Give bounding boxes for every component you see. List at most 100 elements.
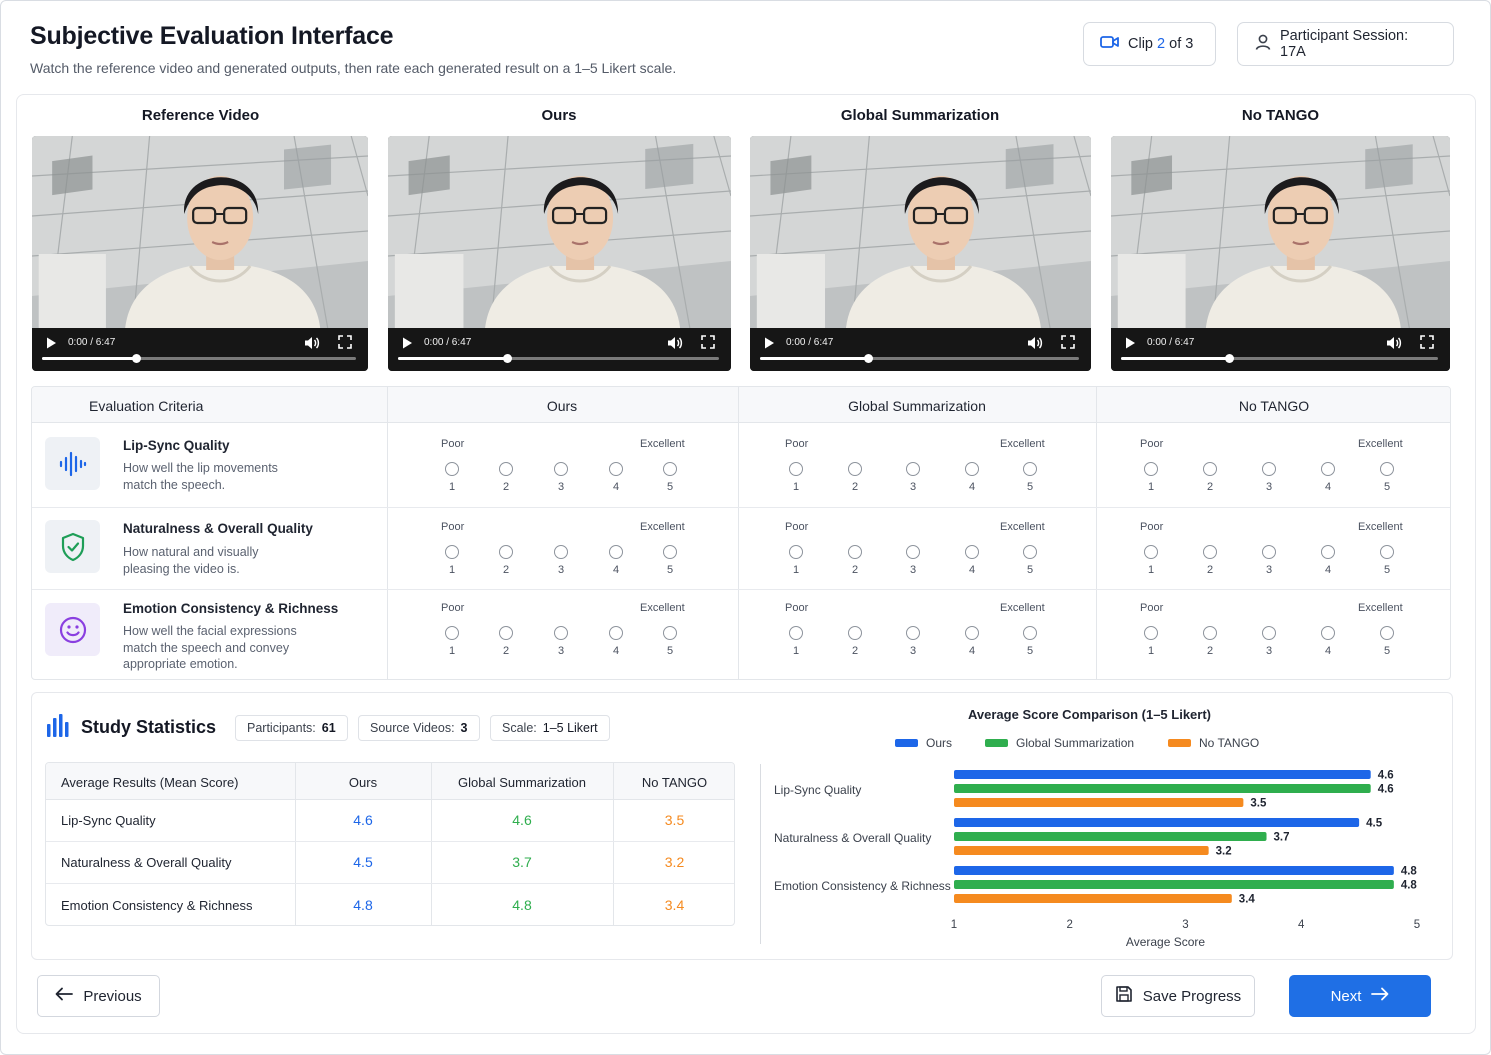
video-seek-bar[interactable]: [398, 354, 719, 363]
seek-handle[interactable]: [864, 354, 874, 363]
rating-radio-lipsync-notango-3[interactable]: [1262, 462, 1276, 476]
video-seek-bar[interactable]: [760, 354, 1079, 363]
rating-radio-lipsync-ours-4[interactable]: [609, 462, 623, 476]
rating-radio-naturalness-global-4[interactable]: [965, 545, 979, 559]
rating-radio-emotion-notango-3[interactable]: [1262, 626, 1276, 640]
rating-radio-naturalness-global-3[interactable]: [906, 545, 920, 559]
video-player-notango[interactable]: 0:00 / 6:47: [1111, 136, 1450, 371]
rating-radio-emotion-global-1[interactable]: [789, 626, 803, 640]
results-header-label: Average Results (Mean Score): [61, 775, 239, 790]
seek-handle[interactable]: [1224, 354, 1234, 363]
rating-radio-emotion-global-3[interactable]: [906, 626, 920, 640]
play-icon[interactable]: [44, 336, 58, 350]
rating-radio-lipsync-notango-5[interactable]: [1380, 462, 1394, 476]
clip-indicator[interactable]: Clip 2 of 3: [1083, 22, 1216, 66]
volume-icon[interactable]: [1027, 335, 1043, 351]
rating-radio-naturalness-notango-3[interactable]: [1262, 545, 1276, 559]
rating-radio-emotion-ours-5[interactable]: [663, 626, 677, 640]
rating-radio-lipsync-ours-2[interactable]: [499, 462, 513, 476]
rating-radio-naturalness-ours-3[interactable]: [554, 545, 568, 559]
rating-radio-lipsync-ours-5[interactable]: [663, 462, 677, 476]
chart-data-label: 3.4: [1239, 894, 1256, 906]
rating-radio-lipsync-ours-3[interactable]: [554, 462, 568, 476]
rating-radio-emotion-ours-1[interactable]: [445, 626, 459, 640]
rating-radio-lipsync-global-3[interactable]: [906, 462, 920, 476]
play-icon[interactable]: [1123, 336, 1137, 350]
rating-radio-lipsync-global-5[interactable]: [1023, 462, 1037, 476]
rating-radio-lipsync-notango-1[interactable]: [1144, 462, 1158, 476]
rating-radio-naturalness-global-5[interactable]: [1023, 545, 1037, 559]
rating-radio-naturalness-notango-1[interactable]: [1144, 545, 1158, 559]
rating-radio-lipsync-global-2[interactable]: [848, 462, 862, 476]
volume-icon[interactable]: [667, 335, 683, 351]
video-frame: [32, 136, 368, 328]
next-button[interactable]: Next: [1289, 975, 1431, 1017]
rating-radio-emotion-ours-4[interactable]: [609, 626, 623, 640]
rating-radio-emotion-notango-4[interactable]: [1321, 626, 1335, 640]
video-title-reference: Reference Video: [141, 107, 260, 124]
rating-radio-emotion-ours-2[interactable]: [499, 626, 513, 640]
rating-radio-naturalness-notango-5[interactable]: [1380, 545, 1394, 559]
previous-button[interactable]: Previous: [37, 975, 160, 1017]
rating-radio-emotion-global-4[interactable]: [965, 626, 979, 640]
legend-ours: Ours: [895, 736, 952, 750]
fullscreen-icon[interactable]: [1420, 335, 1434, 349]
rating-radio-emotion-notango-2[interactable]: [1203, 626, 1217, 640]
rating-radio-naturalness-ours-4[interactable]: [609, 545, 623, 559]
rating-radio-naturalness-notango-2[interactable]: [1203, 545, 1217, 559]
fullscreen-icon[interactable]: [338, 335, 352, 349]
video-player-global[interactable]: 0:00 / 6:47: [750, 136, 1091, 371]
rating-number: 2: [1206, 481, 1214, 493]
rating-radio-naturalness-ours-1[interactable]: [445, 545, 459, 559]
rating-radio-naturalness-global-2[interactable]: [848, 545, 862, 559]
volume-icon[interactable]: [1386, 335, 1402, 351]
rating-radio-naturalness-global-1[interactable]: [789, 545, 803, 559]
video-seek-bar[interactable]: [1121, 354, 1438, 363]
save-progress-button[interactable]: Save Progress: [1101, 975, 1255, 1017]
poor-label: Poor: [1140, 521, 1164, 533]
results-row-label: Naturalness & Overall Quality: [61, 855, 232, 870]
video-seek-bar[interactable]: [42, 354, 356, 363]
chart-data-label: 3.7: [1274, 832, 1290, 844]
fullscreen-icon[interactable]: [701, 335, 715, 349]
rating-radio-emotion-global-2[interactable]: [848, 626, 862, 640]
shield-check-icon: [45, 520, 100, 573]
rating-radio-emotion-ours-3[interactable]: [554, 626, 568, 640]
rating-radio-emotion-notango-5[interactable]: [1380, 626, 1394, 640]
rating-radio-lipsync-notango-2[interactable]: [1203, 462, 1217, 476]
rating-radio-naturalness-ours-5[interactable]: [663, 545, 677, 559]
play-icon[interactable]: [762, 336, 776, 350]
results-value-global: 4.6: [512, 812, 532, 828]
rating-radio-naturalness-ours-2[interactable]: [499, 545, 513, 559]
video-player-ours[interactable]: 0:00 / 6:47: [388, 136, 731, 371]
results-value-ours: 4.5: [353, 854, 373, 870]
video-time: 0:00 / 6:47: [68, 337, 116, 348]
video-title-ours: Ours: [541, 107, 577, 124]
play-icon[interactable]: [400, 336, 414, 350]
chart-tick-label: 3: [1182, 919, 1188, 931]
rating-number: 3: [1265, 645, 1273, 657]
seek-handle[interactable]: [503, 354, 513, 363]
seek-handle[interactable]: [132, 354, 142, 363]
rating-number: 5: [1383, 481, 1391, 493]
chart-bar: [954, 818, 1360, 827]
video-player-reference[interactable]: 0:00 / 6:47: [32, 136, 368, 371]
results-value-global: 3.7: [512, 854, 532, 870]
rating-radio-lipsync-global-4[interactable]: [965, 462, 979, 476]
chart-data-label: 4.6: [1378, 770, 1394, 782]
results-value-notango: 3.5: [664, 812, 685, 828]
chart-bar: [954, 880, 1394, 889]
rating-radio-lipsync-ours-1[interactable]: [445, 462, 459, 476]
rating-radio-emotion-global-5[interactable]: [1023, 626, 1037, 640]
volume-icon[interactable]: [304, 335, 320, 351]
rating-number: 3: [1265, 564, 1273, 576]
rating-radio-lipsync-global-1[interactable]: [789, 462, 803, 476]
rating-radio-lipsync-notango-4[interactable]: [1321, 462, 1335, 476]
rating-radio-naturalness-notango-4[interactable]: [1321, 545, 1335, 559]
video-title-global: Global Summarization: [840, 107, 1000, 124]
user-icon: [1254, 33, 1272, 55]
rating-number: 1: [448, 645, 456, 657]
rating-number: 1: [1147, 481, 1155, 493]
fullscreen-icon[interactable]: [1061, 335, 1075, 349]
rating-radio-emotion-notango-1[interactable]: [1144, 626, 1158, 640]
